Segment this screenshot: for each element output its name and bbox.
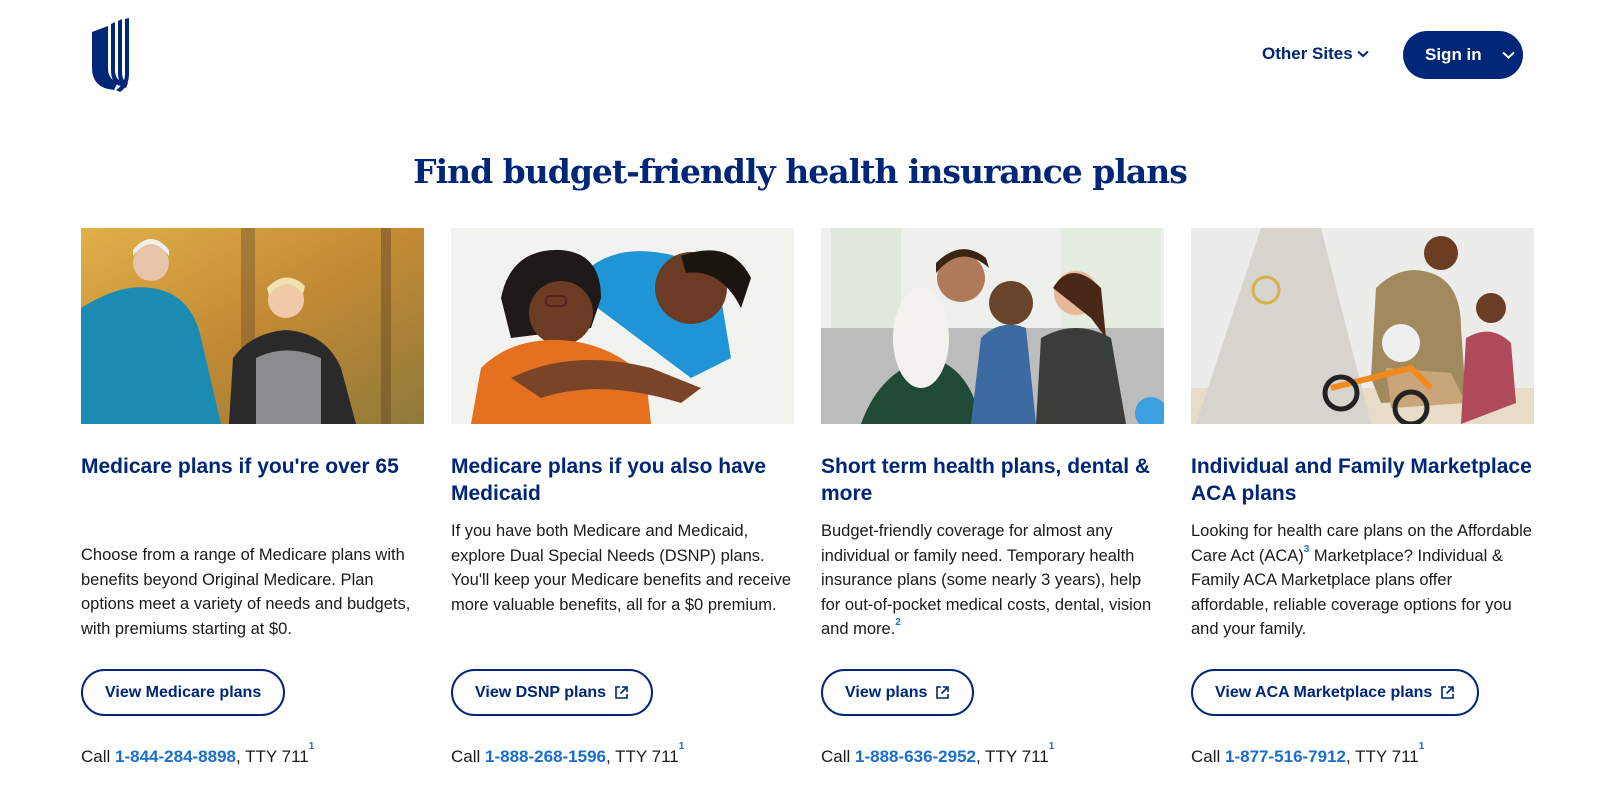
phone-link[interactable]: 1-844-284-8898 [115,747,236,766]
chevron-down-icon [1357,50,1369,58]
plan-card-aca: Individual and Family Marketplace ACA pl… [1191,228,1534,766]
nurse-hugging-patient-photo [451,228,794,424]
call-suffix: , TTY 711 [1346,747,1419,766]
phone-link[interactable]: 1-877-516-7912 [1225,747,1346,766]
sign-in-button[interactable]: Sign in [1403,31,1523,79]
external-link-icon [1441,686,1455,699]
footnote-ref[interactable]: 1 [1049,741,1055,752]
phone-link[interactable]: 1-888-636-2952 [855,747,976,766]
plan-card-dsnp: Medicare plans if you also have Medicaid… [451,228,794,766]
other-sites-menu[interactable]: Other Sites [1262,44,1369,64]
view-medicare-plans-button[interactable]: View Medicare plans [81,669,286,716]
call-prefix: Call [451,747,486,766]
button-label: View plans [845,683,928,701]
site-header: Other Sites Sign in [0,0,1600,110]
view-plans-button[interactable]: View plans [821,669,975,716]
footnote-ref[interactable]: 1 [679,741,685,752]
card-title: Medicare plans if you also have Medicaid [451,455,767,505]
chevron-down-icon [1501,51,1515,59]
external-link-icon [936,686,950,699]
call-prefix: Call [1191,747,1226,766]
button-label: View ACA Marketplace plans [1215,683,1433,701]
card-description: Choose from a range of Medicare plans wi… [81,546,411,638]
other-sites-label: Other Sites [1262,44,1353,63]
call-line: Call 1-844-284-8898, TTY 7111 [81,741,314,767]
older-couple-jogging-photo [81,228,424,424]
plan-card-short-term: Short term health plans, dental & more B… [821,228,1164,766]
uhc-logo[interactable] [92,18,138,92]
card-title: Medicare plans if you're over 65 [81,455,399,478]
footnote-ref[interactable]: 1 [309,741,315,752]
call-prefix: Call [81,747,116,766]
call-suffix: , TTY 711 [606,747,679,766]
call-line: Call 1-877-516-7912, TTY 7111 [1191,741,1424,767]
call-line: Call 1-888-268-1596, TTY 7111 [451,741,684,767]
call-suffix: , TTY 711 [976,747,1049,766]
view-aca-marketplace-plans-button[interactable]: View ACA Marketplace plans [1191,669,1480,716]
footnote-ref[interactable]: 1 [1419,741,1425,752]
call-prefix: Call [821,747,856,766]
card-description: Budget-friendly coverage for almost any … [821,519,1164,659]
footnote-ref[interactable]: 2 [895,617,901,628]
card-title: Individual and Family Marketplace ACA pl… [1191,455,1532,505]
footnote-ref[interactable]: 3 [1304,544,1310,555]
card-description-text: Budget-friendly coverage for almost any … [821,522,1152,638]
card-description: If you have both Medicare and Medicaid, … [451,522,792,614]
external-link-icon [615,686,628,699]
page-title: Find budget-friendly health insurance pl… [413,152,1188,191]
father-child-bike-photo [1191,228,1534,424]
card-description: Looking for health care plans on the Aff… [1191,519,1534,659]
sign-in-label: Sign in [1425,45,1482,64]
phone-link[interactable]: 1-888-268-1596 [485,747,606,766]
button-label: View DSNP plans [475,683,607,701]
uhc-logo-icon [92,18,129,92]
button-label: View Medicare plans [105,683,262,701]
call-line: Call 1-888-636-2952, TTY 7111 [821,741,1054,767]
plan-card-medicare: Medicare plans if you're over 65 Choose … [81,228,424,766]
family-on-couch-with-dog-photo [821,228,1164,424]
card-title: Short term health plans, dental & more [821,455,1151,505]
view-dsnp-plans-button[interactable]: View DSNP plans [451,669,654,716]
call-suffix: , TTY 711 [236,747,309,766]
